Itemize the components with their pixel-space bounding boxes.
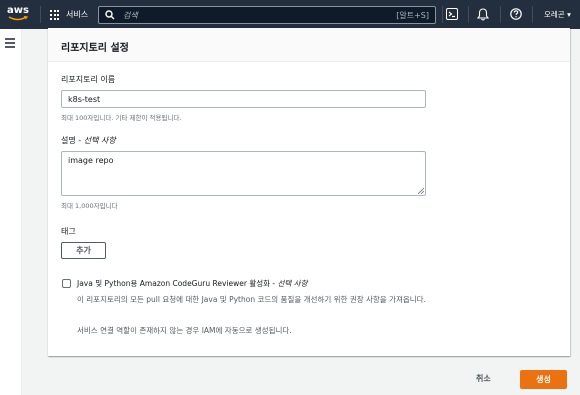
region-selector[interactable]: 오레곤 ▾ bbox=[544, 9, 571, 20]
services-menu[interactable]: 서비스 bbox=[66, 9, 88, 20]
codeguru-optional-text: 선택 사항 bbox=[277, 279, 308, 288]
repository-settings-panel: 리포지토리 설정 리포지토리 이름 최대 100자입니다. 기타 제한이 적용됩… bbox=[48, 28, 570, 356]
description-label: 설명 - 선택 사항 bbox=[61, 135, 116, 146]
codeguru-label: Java 및 Python용 Amazon CodeGuru Reviewer … bbox=[77, 278, 307, 289]
panel-title: 리포지토리 설정 bbox=[61, 43, 129, 54]
nav-divider bbox=[532, 6, 533, 23]
resize-grip-icon[interactable] bbox=[418, 188, 424, 194]
nav-divider bbox=[442, 6, 443, 23]
create-button[interactable]: 생성 bbox=[520, 370, 567, 389]
description-hint: 최대 1,000자입니다 bbox=[61, 202, 118, 210]
search-placeholder: 검색 bbox=[123, 11, 138, 20]
repository-name-label: 리포지토리 이름 bbox=[61, 75, 116, 84]
codeguru-label-text: Java 및 Python용 Amazon CodeGuru Reviewer … bbox=[77, 279, 278, 288]
aws-logo[interactable]: aws bbox=[7, 5, 31, 23]
search-icon bbox=[105, 10, 115, 20]
menu-icon[interactable] bbox=[5, 38, 15, 50]
add-tag-button[interactable]: 추가 bbox=[61, 242, 106, 259]
aws-logo-text: aws bbox=[7, 5, 29, 16]
codeguru-note: 서비스 연결 역할이 존재하지 않는 경우 IAM에 자동으로 생성됩니다. bbox=[77, 326, 292, 335]
search-input[interactable]: 검색 [알트+S] bbox=[98, 6, 436, 24]
repository-name-hint: 최대 100자입니다. 기타 제한이 적용됩니다. bbox=[61, 114, 182, 122]
cloudshell-icon[interactable] bbox=[446, 8, 458, 20]
help-icon[interactable] bbox=[510, 8, 522, 20]
codeguru-description: 이 리포지토리의 모든 pull 요청에 대한 Java 및 Python 코드… bbox=[77, 295, 426, 304]
description-optional-text: 선택 사항 bbox=[83, 136, 116, 145]
panel-header: 리포지토리 설정 bbox=[48, 28, 570, 62]
nav-divider bbox=[40, 6, 41, 23]
cancel-button[interactable]: 취소 bbox=[476, 373, 491, 384]
description-label-text: 설명 - bbox=[61, 136, 84, 145]
nav-divider bbox=[500, 6, 501, 23]
repository-name-input[interactable] bbox=[61, 90, 426, 108]
tags-label: 태그 bbox=[61, 227, 76, 236]
services-grid-icon[interactable] bbox=[50, 10, 60, 20]
top-navigation: aws 서비스 검색 [알트+S] 오레곤 ▾ bbox=[0, 0, 580, 29]
codeguru-checkbox[interactable] bbox=[62, 279, 71, 288]
search-shortcut: [알트+S] bbox=[396, 11, 429, 20]
sidebar-collapsed bbox=[0, 29, 22, 395]
bell-icon[interactable] bbox=[477, 8, 489, 21]
description-textarea[interactable]: image repo bbox=[61, 151, 426, 196]
aws-smile-icon bbox=[8, 16, 28, 21]
nav-divider bbox=[468, 6, 469, 23]
